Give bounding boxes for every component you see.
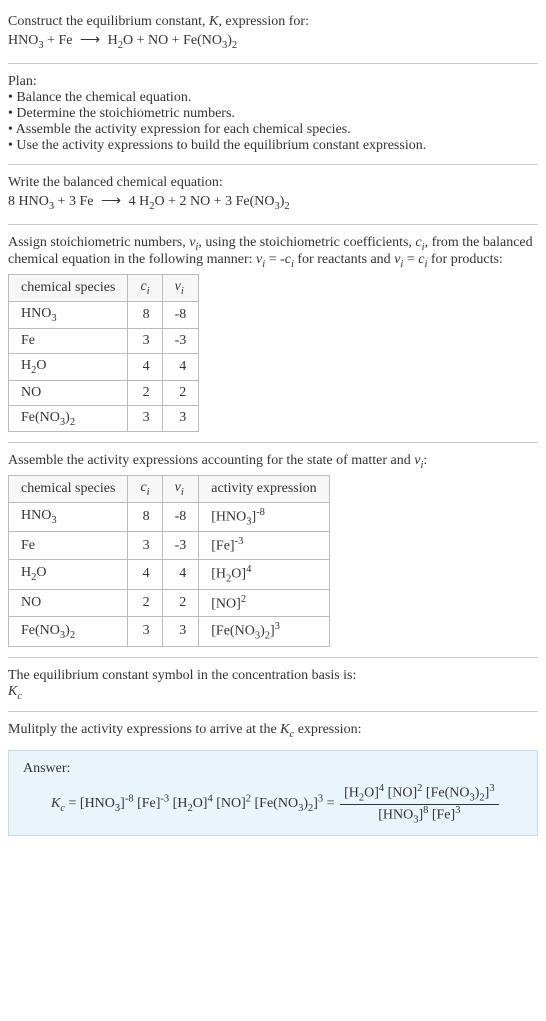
ci-cell: 2 [128,380,162,405]
ci-cell: 4 [128,353,162,380]
divider [8,224,538,225]
ci-cell: 4 [128,560,162,589]
species-cell: NO [9,380,128,405]
stoich-intro: Assign stoichiometric numbers, νi, using… [8,235,538,271]
table-row: NO 2 2 [NO]2 [9,589,330,617]
table-row: HNO3 8 -8 [HNO3]-8 [9,502,330,531]
col-vi: νi [162,476,199,503]
ci-cell: 8 [128,301,162,328]
col-ci: ci [128,476,162,503]
ci-cell: 3 [128,405,162,432]
stoich-table: chemical species ci νi HNO3 8 -8 Fe 3 -3… [8,274,199,432]
col-species: chemical species [9,476,128,503]
prompt-title: Construct the equilibrium constant, K, e… [8,14,538,30]
vi-cell: -8 [162,502,199,531]
species-cell: NO [9,589,128,617]
plan-item: Determine the stoichiometric numbers. [8,106,538,122]
plan-item: Balance the chemical equation. [8,90,538,106]
answer-box: Answer: Kc = [HNO3]-8 [Fe]-3 [H2O]4 [NO]… [8,750,538,836]
ci-cell: 3 [128,328,162,353]
balanced-equation: 8 HNO3 + 3 Fe ⟶ 4 H2O + 2 NO + 3 Fe(NO3)… [8,193,538,212]
table-row: H2O 4 4 [H2O]4 [9,560,330,589]
species-cell: HNO3 [9,301,128,328]
fraction-numerator: [H2O]4 [NO]2 [Fe(NO3)2]3 [340,783,499,804]
table-row: HNO3 8 -8 [9,301,199,328]
col-activity: activity expression [199,476,329,503]
plan-title: Plan: [8,74,538,90]
vi-cell: -3 [162,328,199,353]
table-row: NO 2 2 [9,380,199,405]
table-row: H2O 4 4 [9,353,199,380]
vi-cell: 4 [162,353,199,380]
activity-intro: Assemble the activity expressions accoun… [8,453,538,471]
ci-cell: 2 [128,589,162,617]
divider [8,63,538,64]
fraction: [H2O]4 [NO]2 [Fe(NO3)2]3 [HNO3]8 [Fe]3 [340,783,499,825]
table-row: Fe(NO3)2 3 3 [9,405,199,432]
multiply-line: Mulitply the activity expressions to arr… [8,722,538,740]
fraction-denominator: [HNO3]8 [Fe]3 [340,805,499,825]
balanced-title: Write the balanced chemical equation: [8,175,538,191]
species-cell: H2O [9,560,128,589]
vi-cell: 3 [162,617,199,646]
multiply-section: Mulitply the activity expressions to arr… [8,716,538,746]
species-cell: Fe(NO3)2 [9,617,128,646]
kc-expression: Kc = [HNO3]-8 [Fe]-3 [H2O]4 [NO]2 [Fe(NO… [23,783,523,825]
table-row: Fe 3 -3 [Fe]-3 [9,532,330,560]
activity-cell: [H2O]4 [199,560,329,589]
table-header-row: chemical species ci νi activity expressi… [9,476,330,503]
divider [8,711,538,712]
activity-cell: [NO]2 [199,589,329,617]
plan-list: Balance the chemical equation. Determine… [8,90,538,154]
vi-cell: 3 [162,405,199,432]
plan-section: Plan: Balance the chemical equation. Det… [8,68,538,160]
basis-symbol: Kc [8,684,538,702]
divider [8,657,538,658]
divider [8,164,538,165]
col-ci: ci [128,275,162,302]
plan-item: Assemble the activity expression for eac… [8,122,538,138]
species-cell: HNO3 [9,502,128,531]
species-cell: Fe [9,532,128,560]
ci-cell: 8 [128,502,162,531]
basis-section: The equilibrium constant symbol in the c… [8,662,538,708]
ci-cell: 3 [128,532,162,560]
divider [8,442,538,443]
activity-section: Assemble the activity expressions accoun… [8,447,538,652]
activity-cell: [Fe(NO3)2]3 [199,617,329,646]
basis-line: The equilibrium constant symbol in the c… [8,668,538,684]
ci-cell: 3 [128,617,162,646]
vi-cell: 2 [162,380,199,405]
prompt-equation: HNO3 + Fe ⟶ H2O + NO + Fe(NO3)2 [8,32,538,51]
activity-table: chemical species ci νi activity expressi… [8,475,330,646]
plan-item: Use the activity expressions to build th… [8,138,538,154]
col-species: chemical species [9,275,128,302]
table-header-row: chemical species ci νi [9,275,199,302]
species-cell: H2O [9,353,128,380]
balanced-section: Write the balanced chemical equation: 8 … [8,169,538,220]
vi-cell: 4 [162,560,199,589]
vi-cell: 2 [162,589,199,617]
answer-label: Answer: [23,761,523,777]
activity-cell: [HNO3]-8 [199,502,329,531]
vi-cell: -8 [162,301,199,328]
species-cell: Fe [9,328,128,353]
table-row: Fe(NO3)2 3 3 [Fe(NO3)2]3 [9,617,330,646]
activity-cell: [Fe]-3 [199,532,329,560]
prompt-section: Construct the equilibrium constant, K, e… [8,8,538,59]
col-vi: νi [162,275,199,302]
species-cell: Fe(NO3)2 [9,405,128,432]
table-row: Fe 3 -3 [9,328,199,353]
vi-cell: -3 [162,532,199,560]
stoich-section: Assign stoichiometric numbers, νi, using… [8,229,538,439]
